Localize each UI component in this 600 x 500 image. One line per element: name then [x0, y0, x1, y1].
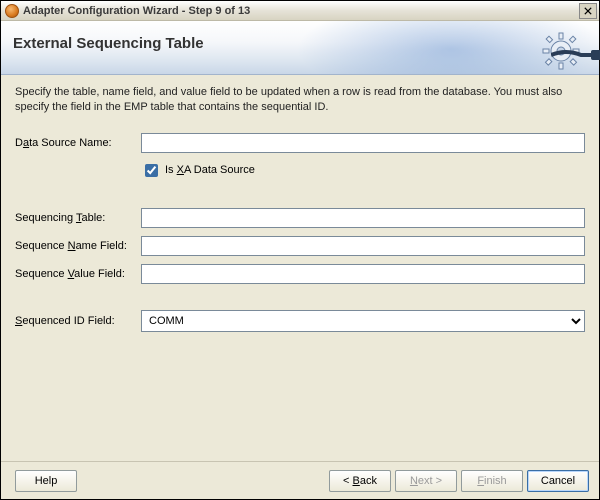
back-button[interactable]: < Back	[329, 470, 391, 492]
wizard-footer: Help < Back Next > Finish Cancel	[1, 461, 599, 499]
label-sequencing-table: Sequencing Table:	[15, 212, 141, 224]
sequence-name-field-input[interactable]	[141, 236, 585, 256]
row-sequence-value-field: Sequence Value Field:	[15, 264, 585, 284]
next-button[interactable]: Next >	[395, 470, 457, 492]
cable-icon	[551, 47, 600, 63]
cancel-button[interactable]: Cancel	[527, 470, 589, 492]
help-button[interactable]: Help	[15, 470, 77, 492]
label-sequenced-id-field: Sequenced ID Field:	[15, 315, 141, 327]
app-icon	[5, 4, 19, 18]
row-data-source-name: Data Source Name:	[15, 133, 585, 153]
label-sequence-name-field: Sequence Name Field:	[15, 240, 141, 252]
row-sequencing-table: Sequencing Table:	[15, 208, 585, 228]
label-sequence-value-field: Sequence Value Field:	[15, 268, 141, 280]
row-is-xa: Is XA Data Source	[141, 161, 585, 180]
data-source-name-input[interactable]	[141, 133, 585, 153]
close-icon	[584, 7, 592, 15]
instructions-text: Specify the table, name field, and value…	[15, 85, 585, 115]
sequenced-id-field-select[interactable]: COMM	[141, 310, 585, 332]
wizard-banner: External Sequencing Table	[1, 21, 599, 75]
title-bar: Adapter Configuration Wizard - Step 9 of…	[1, 1, 599, 21]
label-is-xa: Is XA Data Source	[165, 164, 255, 176]
sequencing-table-input[interactable]	[141, 208, 585, 228]
window-title: Adapter Configuration Wizard - Step 9 of…	[23, 5, 579, 17]
row-sequence-name-field: Sequence Name Field:	[15, 236, 585, 256]
sequence-value-field-input[interactable]	[141, 264, 585, 284]
finish-button[interactable]: Finish	[461, 470, 523, 492]
row-sequenced-id-field: Sequenced ID Field: COMM	[15, 310, 585, 332]
page-heading: External Sequencing Table	[13, 35, 599, 52]
is-xa-checkbox[interactable]	[145, 164, 158, 177]
close-button[interactable]	[579, 3, 597, 19]
label-data-source-name: Data Source Name:	[15, 137, 141, 149]
wizard-content: Specify the table, name field, and value…	[1, 75, 599, 461]
